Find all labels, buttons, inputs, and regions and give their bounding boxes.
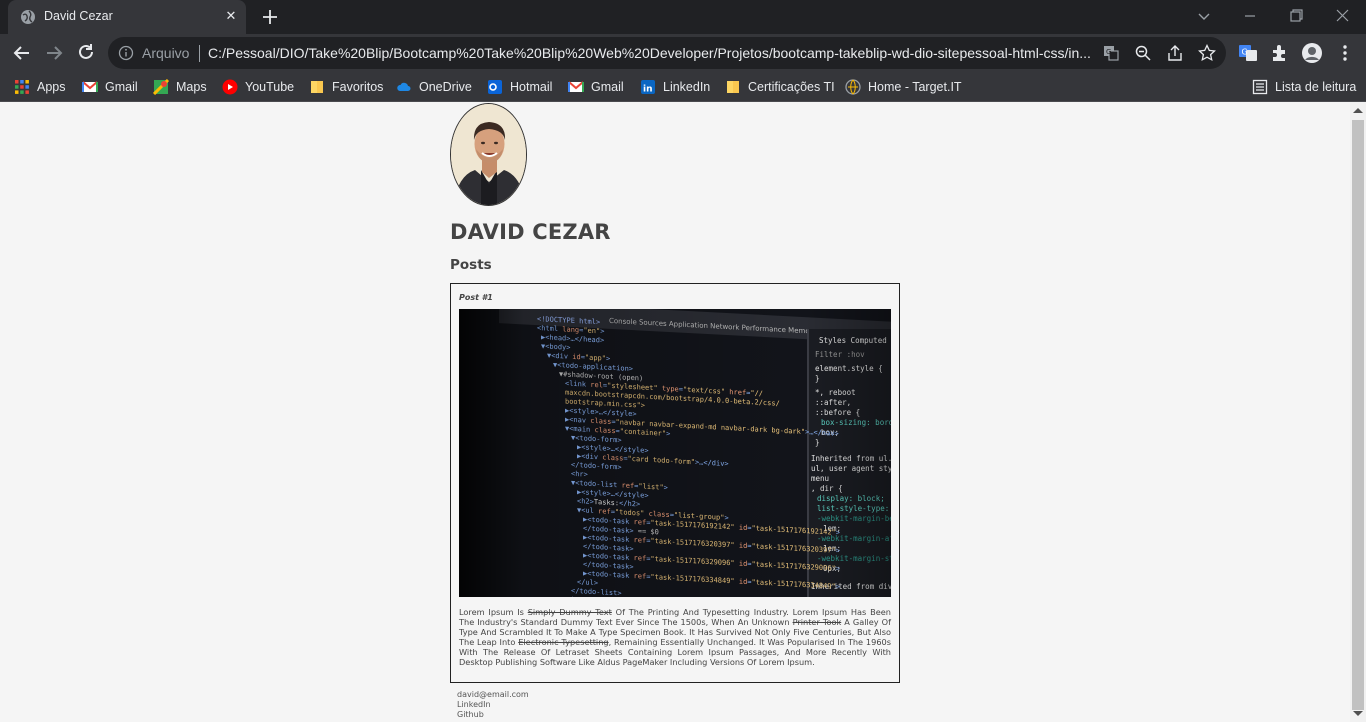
post-card: Post #1 Console Sources Application Netw… — [450, 283, 900, 683]
post-text-strike: electronic typesetting — [518, 637, 609, 647]
apps-grid-icon — [15, 80, 29, 94]
reading-list-icon — [1252, 79, 1268, 95]
reading-list[interactable]: Lista de leitura — [1252, 77, 1356, 97]
footer-email[interactable]: david@email.com — [457, 690, 529, 700]
post-text-part: Lorem ipsum is — [459, 607, 528, 617]
star-icon[interactable] — [1198, 44, 1216, 62]
bookmark-certificacoes[interactable]: Certificações TI — [725, 77, 835, 97]
new-tab-icon[interactable] — [258, 5, 282, 29]
browser-chrome: David Cezar ✕ Arquivo C:/Pessoal/DIO/Tak… — [0, 0, 1366, 102]
bookmark-linkedin[interactable]: in LinkedIn — [640, 77, 710, 97]
close-window-icon[interactable] — [1328, 4, 1356, 28]
folder-icon — [727, 81, 739, 93]
folder-icon — [311, 81, 323, 93]
contact-footer: david@email.com LinkedIn Github — [457, 690, 529, 720]
code-editor-image: Console Sources Application Network Perf… — [459, 309, 891, 597]
post-text-strike: printer took — [792, 617, 842, 627]
svg-text:G: G — [1106, 48, 1111, 56]
bookmark-label: Apps — [37, 80, 66, 94]
target-globe-icon — [845, 79, 861, 95]
page-scrollbar[interactable] — [1350, 102, 1366, 722]
bookmark-target-it[interactable]: Home - Target.IT — [845, 77, 962, 97]
outlook-icon — [488, 80, 502, 94]
footer-linkedin[interactable]: LinkedIn — [457, 700, 529, 710]
bookmark-label: YouTube — [245, 80, 295, 94]
posts-heading: Posts — [450, 257, 492, 273]
minimize-icon[interactable] — [1236, 4, 1264, 28]
gmail-icon — [82, 81, 98, 92]
bookmark-label: Gmail — [591, 80, 624, 94]
restore-icon[interactable] — [1282, 4, 1310, 28]
share-icon[interactable] — [1166, 44, 1184, 62]
forward-icon[interactable] — [41, 40, 67, 66]
address-separator — [199, 45, 200, 62]
profile-photo — [450, 103, 527, 206]
post-text-strike: simply dummy text — [527, 607, 612, 617]
bookmark-label: LinkedIn — [663, 80, 711, 94]
url-text[interactable]: C:/Pessoal/DIO/Take%20Blip/Bootcamp%20Ta… — [208, 45, 1098, 61]
translate-extension-icon[interactable]: G — [1237, 42, 1259, 64]
scroll-down-arrow-icon[interactable] — [1353, 711, 1363, 716]
browser-toolbar: Arquivo C:/Pessoal/DIO/Take%20Blip/Bootc… — [0, 34, 1366, 72]
tab-search-chevron-icon[interactable] — [1190, 4, 1218, 28]
address-bar[interactable]: Arquivo C:/Pessoal/DIO/Take%20Blip/Bootc… — [108, 37, 1226, 69]
bookmark-label: Favoritos — [332, 80, 384, 94]
page-title: DAVID CEZAR — [450, 220, 611, 244]
info-icon[interactable] — [118, 45, 134, 61]
zoom-icon[interactable] — [1134, 44, 1152, 62]
bookmark-label: Hotmail — [510, 80, 553, 94]
bookmark-gmail-2[interactable]: Gmail — [568, 77, 624, 97]
page-viewport: DAVID CEZAR Posts Post #1 Console S — [0, 102, 1366, 722]
bookmark-label: Home - Target.IT — [868, 80, 962, 94]
bookmark-apps[interactable]: Apps — [14, 77, 66, 97]
linkedin-icon: in — [641, 80, 655, 95]
tab-title: David Cezar — [44, 9, 113, 23]
svg-text:in: in — [643, 85, 653, 95]
bookmark-gmail[interactable]: Gmail — [82, 77, 138, 97]
bookmark-youtube[interactable]: YouTube — [222, 77, 294, 97]
bookmark-label: Certificações TI — [748, 80, 835, 94]
translate-icon[interactable]: G — [1102, 44, 1120, 62]
maps-icon — [153, 79, 169, 95]
close-tab-icon[interactable]: ✕ — [222, 8, 240, 26]
back-icon[interactable] — [9, 40, 35, 66]
menu-kebab-icon[interactable] — [1334, 42, 1356, 64]
bookmark-label: Maps — [176, 80, 207, 94]
globe-icon — [21, 10, 35, 24]
address-scheme: Arquivo — [142, 45, 190, 61]
bookmark-hotmail[interactable]: Hotmail — [487, 77, 552, 97]
gmail-icon — [568, 81, 584, 92]
profile-photo-image — [451, 104, 526, 205]
bookmark-onedrive[interactable]: OneDrive — [396, 77, 472, 97]
reload-icon[interactable] — [73, 40, 99, 66]
tab-strip: David Cezar ✕ — [0, 0, 1366, 34]
bookmark-label: OneDrive — [419, 80, 472, 94]
browser-tab[interactable]: David Cezar ✕ — [8, 0, 246, 34]
youtube-icon — [222, 79, 238, 95]
post-image: Console Sources Application Network Perf… — [459, 309, 891, 597]
scroll-up-arrow-icon[interactable] — [1353, 108, 1363, 113]
bookmark-favoritos[interactable]: Favoritos — [309, 77, 383, 97]
post-title: Post #1 — [459, 293, 493, 302]
onedrive-cloud-icon — [397, 82, 411, 91]
extensions-puzzle-icon[interactable] — [1269, 42, 1291, 64]
scrollbar-thumb[interactable] — [1352, 120, 1364, 710]
footer-github[interactable]: Github — [457, 710, 529, 720]
profile-avatar-icon[interactable] — [1301, 42, 1323, 64]
post-text: Lorem ipsum is simply dummy text of the … — [459, 607, 891, 667]
reading-list-label: Lista de leitura — [1275, 80, 1357, 94]
bookmark-label: Gmail — [105, 80, 138, 94]
bookmark-maps[interactable]: Maps — [153, 77, 207, 97]
bookmarks-bar: Apps Gmail Maps YouTube Favoritos OneDri… — [0, 72, 1366, 102]
svg-text:G: G — [1242, 48, 1248, 57]
